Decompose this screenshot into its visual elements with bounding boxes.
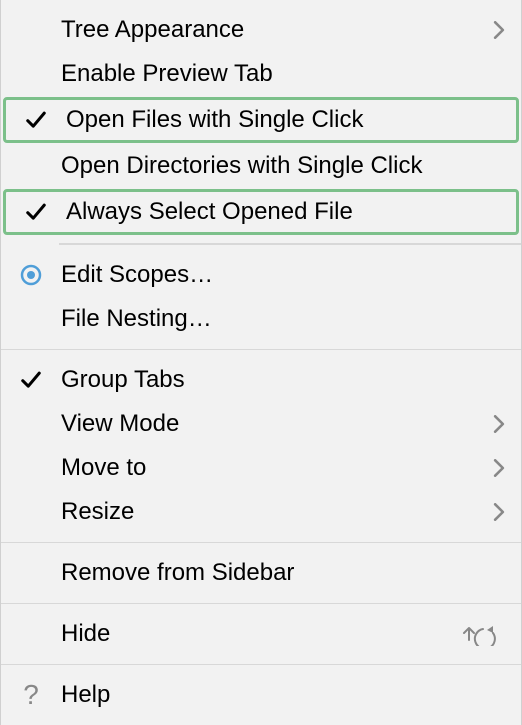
menu-item-label: Remove from Sidebar: [53, 559, 505, 587]
menu-item-remove-from-sidebar[interactable]: Remove from Sidebar: [1, 551, 521, 595]
menu-item-label: Help: [53, 681, 505, 709]
menu-item-enable-preview-tab[interactable]: Enable Preview Tab: [1, 52, 521, 96]
divider: [1, 349, 521, 350]
divider: [1, 664, 521, 665]
menu-item-label: Edit Scopes…: [53, 261, 505, 289]
menu-item-file-nesting[interactable]: File Nesting…: [1, 297, 521, 341]
radio-icon: [9, 264, 53, 286]
menu-item-open-directories-single-click[interactable]: Open Directories with Single Click: [1, 144, 521, 188]
menu-item-label: Open Directories with Single Click: [53, 152, 505, 180]
shortcut-icon: [455, 622, 505, 646]
menu-item-label: Tree Appearance: [53, 16, 475, 44]
menu-item-view-mode[interactable]: View Mode: [1, 402, 521, 446]
check-icon: [9, 369, 53, 391]
menu-item-label: File Nesting…: [53, 305, 505, 333]
menu-item-open-files-single-click[interactable]: Open Files with Single Click: [3, 97, 519, 143]
chevron-right-icon: [475, 459, 505, 477]
menu-item-edit-scopes[interactable]: Edit Scopes…: [1, 253, 521, 297]
menu-item-label: Open Files with Single Click: [58, 106, 500, 134]
menu-item-label: View Mode: [53, 410, 475, 438]
menu-item-tree-appearance[interactable]: Tree Appearance: [1, 8, 521, 52]
menu-item-always-select-opened-file[interactable]: Always Select Opened File: [3, 189, 519, 235]
help-icon: ?: [9, 679, 53, 711]
check-icon: [14, 201, 58, 223]
chevron-right-icon: [475, 21, 505, 39]
divider: [1, 542, 521, 543]
menu-item-resize[interactable]: Resize: [1, 490, 521, 534]
context-menu: Tree Appearance Enable Preview Tab Open …: [0, 0, 522, 725]
menu-item-label: Move to: [53, 454, 475, 482]
menu-item-label: Group Tabs: [53, 366, 505, 394]
menu-item-group-tabs[interactable]: Group Tabs: [1, 358, 521, 402]
menu-item-label: Resize: [53, 498, 475, 526]
menu-item-hide[interactable]: Hide: [1, 612, 521, 656]
divider: [59, 243, 521, 245]
menu-item-help[interactable]: ? Help: [1, 673, 521, 717]
menu-item-label: Hide: [53, 620, 455, 648]
chevron-right-icon: [475, 415, 505, 433]
menu-item-label: Enable Preview Tab: [53, 60, 505, 88]
divider: [1, 603, 521, 604]
menu-item-move-to[interactable]: Move to: [1, 446, 521, 490]
chevron-right-icon: [475, 503, 505, 521]
menu-item-label: Always Select Opened File: [58, 198, 500, 226]
check-icon: [14, 109, 58, 131]
